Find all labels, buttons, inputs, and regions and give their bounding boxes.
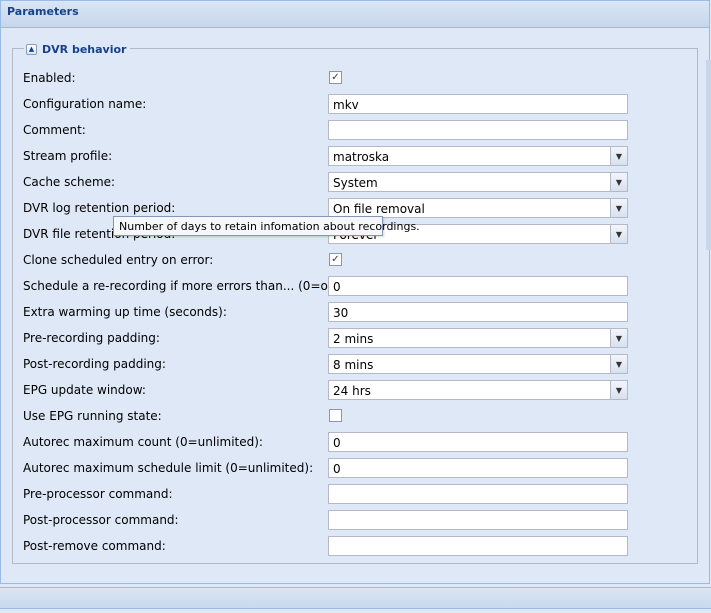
- row-warming-up-time: Extra warming up time (seconds): 30: [23, 302, 629, 322]
- label-pre-recording-padding: Pre-recording padding:: [23, 331, 160, 345]
- label-pre-processor: Pre-processor command:: [23, 487, 173, 501]
- footer-toolbar: [0, 587, 711, 609]
- chevron-down-icon[interactable]: ▼: [610, 173, 627, 191]
- panel-title: Parameters: [7, 5, 79, 18]
- post-recording-padding-select[interactable]: 8 mins ▼: [328, 354, 628, 374]
- label-autorec-schedule-limit: Autorec maximum schedule limit (0=unlimi…: [23, 461, 314, 475]
- chevron-down-icon[interactable]: ▼: [610, 225, 627, 243]
- tooltip: Number of days to retain infomation abou…: [113, 216, 420, 236]
- row-post-recording-padding: Post-recording padding: 8 mins ▼: [23, 354, 629, 374]
- row-epg-running-state: Use EPG running state:: [23, 406, 629, 426]
- configuration-name-input[interactable]: mkv: [328, 94, 628, 114]
- row-stream-profile: Stream profile: matroska ▼: [23, 146, 629, 166]
- label-rerecording-errors: Schedule a re-recording if more errors t…: [23, 279, 345, 293]
- post-remove-input[interactable]: [328, 536, 628, 556]
- label-epg-update-window: EPG update window:: [23, 383, 146, 397]
- epg-update-window-value: 24 hrs: [333, 384, 371, 398]
- row-autorec-schedule-limit: Autorec maximum schedule limit (0=unlimi…: [23, 458, 629, 478]
- enabled-checkbox[interactable]: ✓: [329, 71, 342, 84]
- chevron-down-icon[interactable]: ▼: [610, 381, 627, 399]
- row-configuration-name: Configuration name: mkv: [23, 94, 629, 114]
- label-autorec-max-count: Autorec maximum count (0=unlimited):: [23, 435, 263, 449]
- label-epg-running-state: Use EPG running state:: [23, 409, 162, 423]
- post-processor-input[interactable]: [328, 510, 628, 530]
- row-clone-scheduled: Clone scheduled entry on error: ✓: [23, 250, 629, 270]
- scrollbar[interactable]: [706, 60, 711, 250]
- row-post-remove: Post-remove command:: [23, 536, 629, 556]
- rerecording-errors-input[interactable]: 0: [328, 276, 628, 296]
- row-epg-update-window: EPG update window: 24 hrs ▼: [23, 380, 629, 400]
- stream-profile-select[interactable]: matroska ▼: [328, 146, 628, 166]
- label-comment: Comment:: [23, 123, 86, 137]
- chevron-down-icon[interactable]: ▼: [610, 329, 627, 347]
- label-post-recording-padding: Post-recording padding:: [23, 357, 166, 371]
- row-dvr-log-retention: DVR log retention period: On file remova…: [23, 198, 629, 218]
- fieldset-title: DVR behavior: [42, 42, 127, 56]
- stream-profile-value: matroska: [333, 150, 390, 164]
- cache-scheme-select[interactable]: System ▼: [328, 172, 628, 192]
- comment-input[interactable]: [328, 120, 628, 140]
- row-pre-recording-padding: Pre-recording padding: 2 mins ▼: [23, 328, 629, 348]
- pre-recording-padding-select[interactable]: 2 mins ▼: [328, 328, 628, 348]
- label-clone-scheduled: Clone scheduled entry on error:: [23, 253, 214, 267]
- warming-up-time-input[interactable]: 30: [328, 302, 628, 322]
- dvr-log-retention-select[interactable]: On file removal ▼: [328, 198, 628, 218]
- label-dvr-log-retention: DVR log retention period:: [23, 201, 176, 215]
- row-enabled: Enabled: ✓: [23, 68, 629, 88]
- panel-header: Parameters: [1, 1, 709, 28]
- label-configuration-name: Configuration name:: [23, 97, 147, 111]
- row-cache-scheme: Cache scheme: System ▼: [23, 172, 629, 192]
- label-post-processor: Post-processor command:: [23, 513, 179, 527]
- autorec-max-count-input[interactable]: 0: [328, 432, 628, 452]
- epg-update-window-select[interactable]: 24 hrs ▼: [328, 380, 628, 400]
- cache-scheme-value: System: [333, 176, 378, 190]
- chevron-down-icon[interactable]: ▼: [610, 147, 627, 165]
- chevron-down-icon[interactable]: ▼: [610, 199, 627, 217]
- label-stream-profile: Stream profile:: [23, 149, 113, 163]
- dvr-log-retention-value: On file removal: [333, 202, 425, 216]
- epg-running-state-checkbox[interactable]: [329, 409, 342, 422]
- label-post-remove: Post-remove command:: [23, 539, 166, 553]
- row-post-processor: Post-processor command:: [23, 510, 629, 530]
- chevron-down-icon[interactable]: ▼: [610, 355, 627, 373]
- fieldset-legend: ▲ DVR behavior: [24, 40, 131, 58]
- row-autorec-max-count: Autorec maximum count (0=unlimited): 0: [23, 432, 629, 452]
- collapse-icon[interactable]: ▲: [26, 43, 37, 55]
- clone-scheduled-checkbox[interactable]: ✓: [329, 253, 342, 266]
- pre-processor-input[interactable]: [328, 484, 628, 504]
- label-warming-up-time: Extra warming up time (seconds):: [23, 305, 227, 319]
- row-pre-processor: Pre-processor command:: [23, 484, 629, 504]
- label-enabled: Enabled:: [23, 71, 76, 85]
- row-rerecording-errors: Schedule a re-recording if more errors t…: [23, 276, 629, 296]
- label-cache-scheme: Cache scheme:: [23, 175, 116, 189]
- pre-recording-padding-value: 2 mins: [333, 332, 374, 346]
- row-comment: Comment:: [23, 120, 629, 140]
- autorec-schedule-limit-input[interactable]: 0: [328, 458, 628, 478]
- post-recording-padding-value: 8 mins: [333, 358, 374, 372]
